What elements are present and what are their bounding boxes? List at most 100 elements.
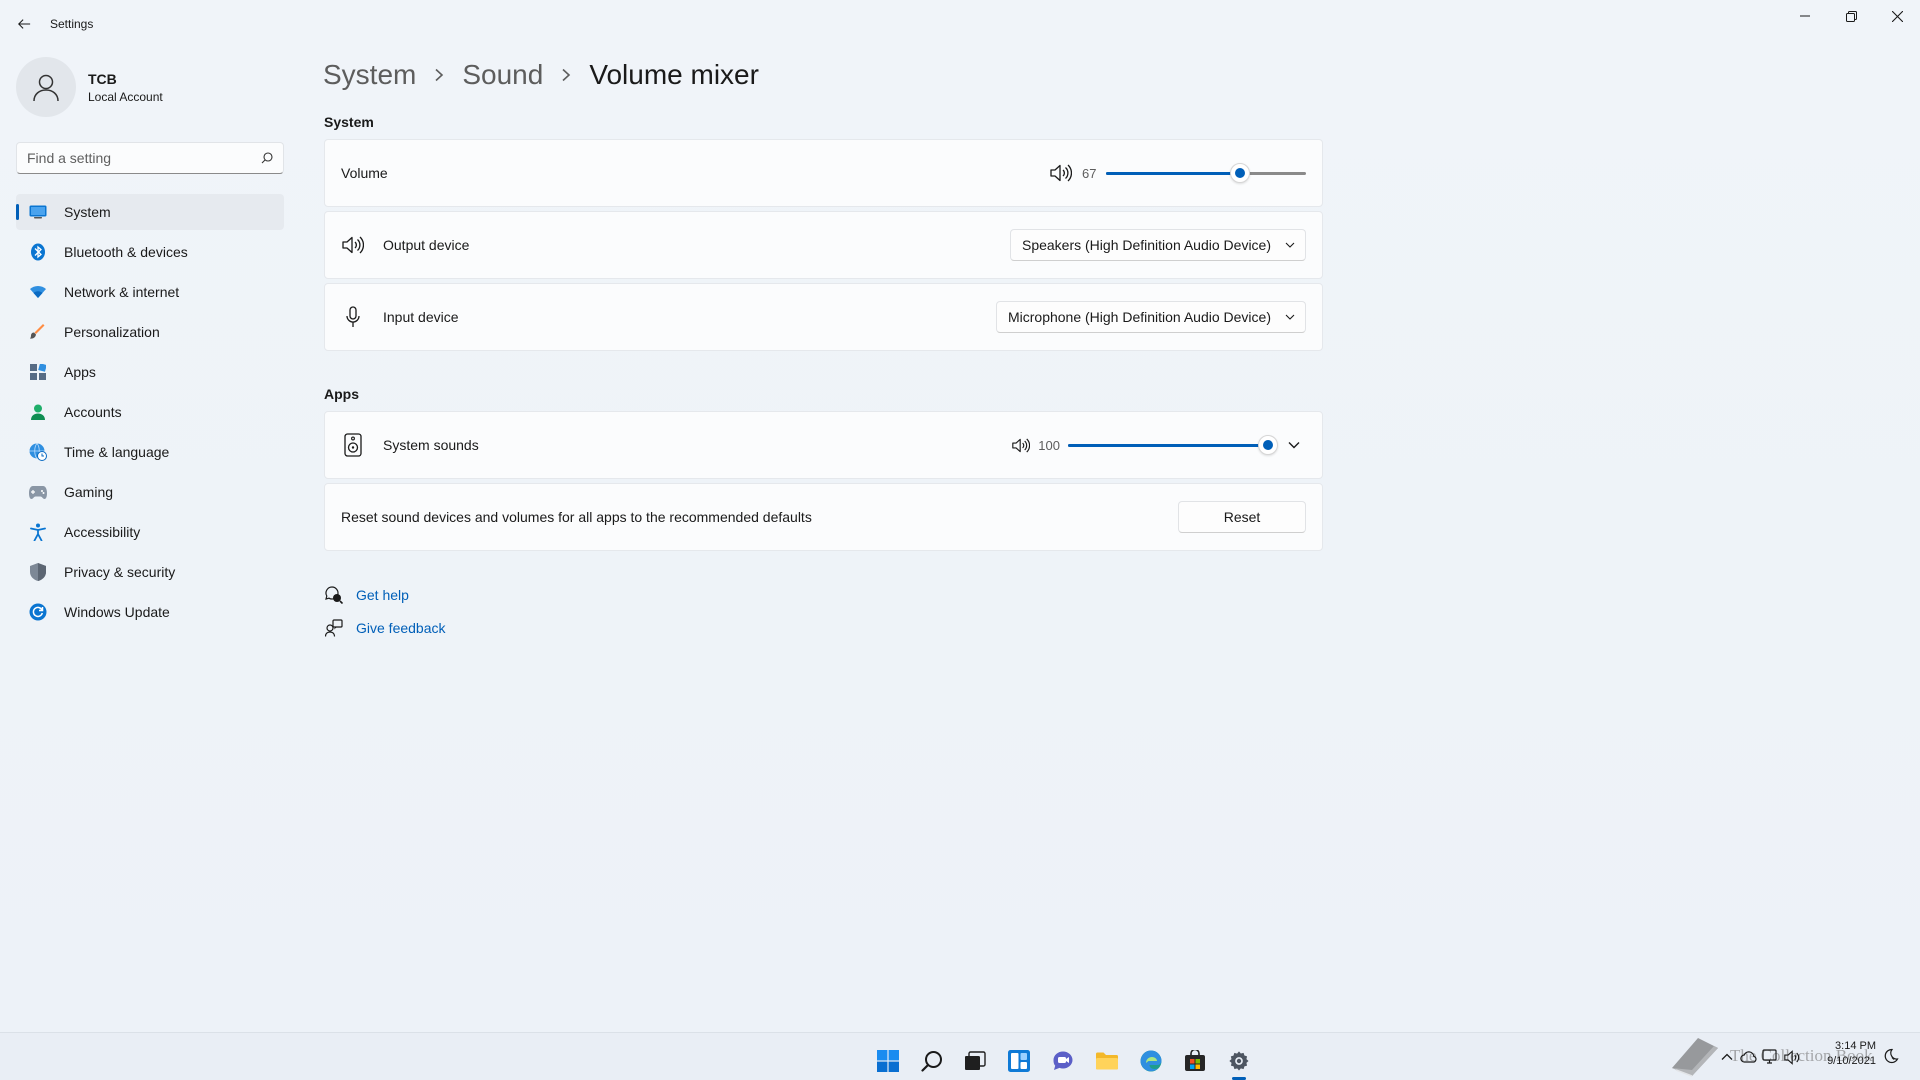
close-icon xyxy=(1891,10,1903,22)
sidebar-item-label: Apps xyxy=(64,364,96,380)
sidebar-item-label: Time & language xyxy=(64,444,170,460)
speaker-icon[interactable] xyxy=(1012,438,1031,453)
page-title: Volume mixer xyxy=(589,59,759,90)
input-device-value: Microphone (High Definition Audio Device… xyxy=(1007,309,1271,325)
chevron-down-icon xyxy=(1288,442,1300,449)
sidebar-item-label: System xyxy=(64,204,111,220)
slider-fill xyxy=(1106,172,1240,175)
taskbar xyxy=(0,1032,1920,1080)
sidebar-item-label: Accounts xyxy=(64,404,122,420)
minimize-icon xyxy=(1800,15,1810,17)
cloud-icon[interactable] xyxy=(1738,1046,1760,1068)
sidebar-item-label: Bluetooth & devices xyxy=(64,244,188,260)
settings-window: Settings TCB Local Account System xyxy=(0,0,1920,1032)
sidebar-item-label: Accessibility xyxy=(64,524,141,540)
sidebar-item-system[interactable]: System xyxy=(16,194,284,230)
breadcrumb-system[interactable]: System xyxy=(323,59,416,91)
update-icon xyxy=(28,602,48,622)
book-icon xyxy=(1672,1038,1718,1077)
network-icon[interactable] xyxy=(1760,1046,1782,1068)
slider-thumb[interactable] xyxy=(1230,163,1250,183)
input-device-card: Input device Microphone (High Definition… xyxy=(324,283,1323,351)
microphone-icon xyxy=(341,305,365,329)
input-device-dropdown[interactable]: Microphone (High Definition Audio Device… xyxy=(995,301,1306,333)
edge-icon[interactable] xyxy=(1131,1041,1171,1080)
brush-icon xyxy=(28,322,48,342)
system-sounds-value: 100 xyxy=(1038,437,1060,453)
input-device-label: Input device xyxy=(383,309,459,325)
profile-text: TCB Local Account xyxy=(88,71,163,104)
give-feedback-link[interactable]: Give feedback xyxy=(324,617,446,639)
slider-thumb[interactable] xyxy=(1258,435,1278,455)
chevron-down-icon xyxy=(1285,314,1295,320)
system-sounds-slider[interactable] xyxy=(1068,435,1278,455)
system-sounds-card: System sounds 100 xyxy=(324,411,1323,479)
volume-card: Volume 67 xyxy=(324,139,1323,207)
system-sounds-icon xyxy=(341,433,365,457)
task-view-icon[interactable] xyxy=(955,1041,995,1080)
profile-name: TCB xyxy=(88,70,117,87)
person-avatar-icon xyxy=(33,74,59,102)
breadcrumb-sound[interactable]: Sound xyxy=(462,59,543,91)
reset-card: Reset sound devices and volumes for all … xyxy=(324,483,1323,551)
store-icon[interactable] xyxy=(1175,1041,1215,1080)
minimize-button[interactable] xyxy=(1782,0,1828,32)
apps-icon xyxy=(28,362,48,382)
search-icon[interactable] xyxy=(912,1041,952,1080)
get-help-link[interactable]: Get help xyxy=(324,584,409,606)
volume-icon[interactable] xyxy=(1782,1046,1804,1068)
chevron-up-icon[interactable] xyxy=(1716,1046,1738,1068)
sidebar-item-accessibility[interactable]: Accessibility xyxy=(16,514,284,550)
system-tray xyxy=(1716,1042,1804,1072)
focus-assist-icon[interactable] xyxy=(1880,1045,1902,1067)
output-device-value: Speakers (High Definition Audio Device) xyxy=(1021,237,1271,253)
chevron-down-icon xyxy=(1285,242,1295,248)
sidebar-item-network[interactable]: Network & internet xyxy=(16,274,284,310)
gamepad-icon xyxy=(28,482,48,502)
help-chat-icon xyxy=(324,585,344,605)
search-input[interactable] xyxy=(27,150,261,166)
taskbar-clock[interactable]: 3:14 PM 9/10/2021 xyxy=(1816,1039,1876,1069)
wifi-icon xyxy=(28,282,48,302)
system-sounds-label: System sounds xyxy=(383,437,479,453)
reset-button[interactable]: Reset xyxy=(1178,501,1306,533)
search-box[interactable] xyxy=(16,142,284,174)
accessibility-icon xyxy=(28,522,48,542)
restore-button[interactable] xyxy=(1828,0,1874,32)
sidebar-item-accounts[interactable]: Accounts xyxy=(16,394,284,430)
sidebar-item-windows-update[interactable]: Windows Update xyxy=(16,594,284,630)
bluetooth-icon xyxy=(28,242,48,262)
sidebar-item-bluetooth[interactable]: Bluetooth & devices xyxy=(16,234,284,270)
slider-fill xyxy=(1068,444,1268,447)
sidebar-item-privacy-security[interactable]: Privacy & security xyxy=(16,554,284,590)
shield-icon xyxy=(28,562,48,582)
clock-time: 3:14 PM xyxy=(1835,1040,1876,1052)
teams-chat-icon[interactable] xyxy=(1043,1041,1083,1080)
sidebar-item-apps[interactable]: Apps xyxy=(16,354,284,390)
settings-icon[interactable] xyxy=(1219,1041,1259,1080)
user-profile[interactable]: TCB Local Account xyxy=(16,57,163,117)
volume-value: 67 xyxy=(1082,165,1097,181)
chevron-right-icon xyxy=(561,68,571,82)
expand-button[interactable] xyxy=(1282,433,1306,457)
output-device-card: Output device Speakers (High Definition … xyxy=(324,211,1323,279)
get-help-text: Get help xyxy=(356,587,409,603)
start-icon[interactable] xyxy=(868,1041,908,1080)
speaker-icon xyxy=(341,233,365,257)
globe-clock-icon xyxy=(28,442,48,462)
back-button[interactable] xyxy=(10,10,38,38)
close-button[interactable] xyxy=(1874,0,1920,32)
widgets-icon[interactable] xyxy=(999,1041,1039,1080)
sidebar-item-time-language[interactable]: Time & language xyxy=(16,434,284,470)
file-explorer-icon[interactable] xyxy=(1087,1041,1127,1080)
sidebar-item-gaming[interactable]: Gaming xyxy=(16,474,284,510)
speaker-icon[interactable] xyxy=(1050,164,1072,182)
volume-slider[interactable] xyxy=(1106,163,1306,183)
output-device-dropdown[interactable]: Speakers (High Definition Audio Device) xyxy=(1009,229,1306,261)
chevron-right-icon xyxy=(434,68,444,82)
reset-description: Reset sound devices and volumes for all … xyxy=(341,509,812,525)
sidebar-nav: System Bluetooth & devices Network & int… xyxy=(16,194,284,634)
sidebar-item-personalization[interactable]: Personalization xyxy=(16,314,284,350)
sidebar-item-label: Network & internet xyxy=(64,284,180,300)
sidebar-item-label: Privacy & security xyxy=(64,564,176,580)
